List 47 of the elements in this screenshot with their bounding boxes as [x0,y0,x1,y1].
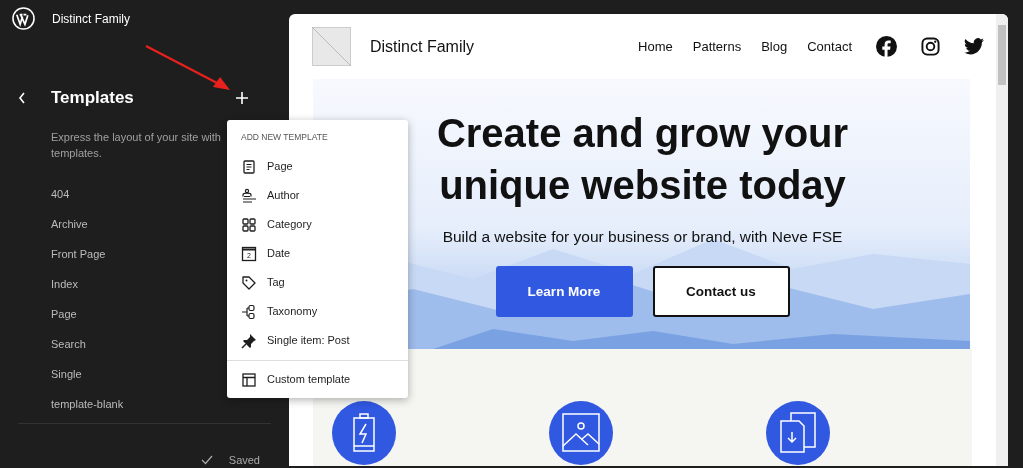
back-icon[interactable] [17,90,27,105]
person-lines-icon [241,187,257,204]
sidebar-title: Templates [51,86,134,109]
menu-item[interactable]: Page [227,152,408,181]
sidebar-description: Express the layout of your site with templates. [51,129,222,161]
bird-icon[interactable] [964,38,984,55]
nav-link[interactable]: Contact [807,36,852,57]
menu-item[interactable]: Category [227,210,408,239]
site-name[interactable]: Distinct Family [52,9,130,28]
learn-more-button[interactable]: Learn More [495,266,633,318]
template-item[interactable]: Page [51,298,77,329]
battery-icon [332,401,396,465]
menu-item[interactable]: Custom template [227,365,408,394]
template-item[interactable]: Search [51,328,86,359]
template-item[interactable]: 404 [51,178,70,209]
template-item[interactable]: Archive [51,208,88,239]
template-item[interactable]: Front Page [51,238,106,269]
tag-icon [241,274,257,291]
hero-heading: Create and grow your unique website today [435,110,850,209]
nav-link[interactable]: Blog [761,36,788,57]
menu-item[interactable]: Author [227,181,408,210]
template-item[interactable]: Single [51,358,82,389]
document-download-icon [766,401,830,465]
menu-item[interactable]: Tag [227,268,408,297]
image-icon [549,401,613,465]
menu-item[interactable]: Taxonomy [227,297,408,326]
document-icon [241,158,257,175]
add-icon[interactable] [235,90,249,105]
menu-item[interactable]: Single item: Post [227,326,408,355]
template-item[interactable]: template-blank [51,388,124,419]
hero-subtitle: Build a website for your business or brand, with Neve FSE [442,227,843,247]
scrollbar[interactable] [996,14,1008,466]
site-title[interactable]: Distinct Family [370,34,474,59]
grid-icon [241,216,257,233]
nav-link[interactable]: Home [638,36,673,57]
hierarchy-icon [241,303,257,320]
checkmark-icon [200,454,213,465]
instagram-icon[interactable] [921,37,940,56]
pin-icon [241,332,257,349]
menu-heading: ADD NEW TEMPLATE [241,131,329,144]
save-status: Saved [228,452,260,468]
nav-link[interactable]: Patterns [692,36,742,57]
facebook-icon[interactable] [876,36,897,57]
wordpress-logo-icon[interactable] [12,7,35,31]
contact-button[interactable]: Contact us [652,266,790,318]
template-item[interactable]: Index [51,268,78,299]
layout-icon [241,371,257,388]
